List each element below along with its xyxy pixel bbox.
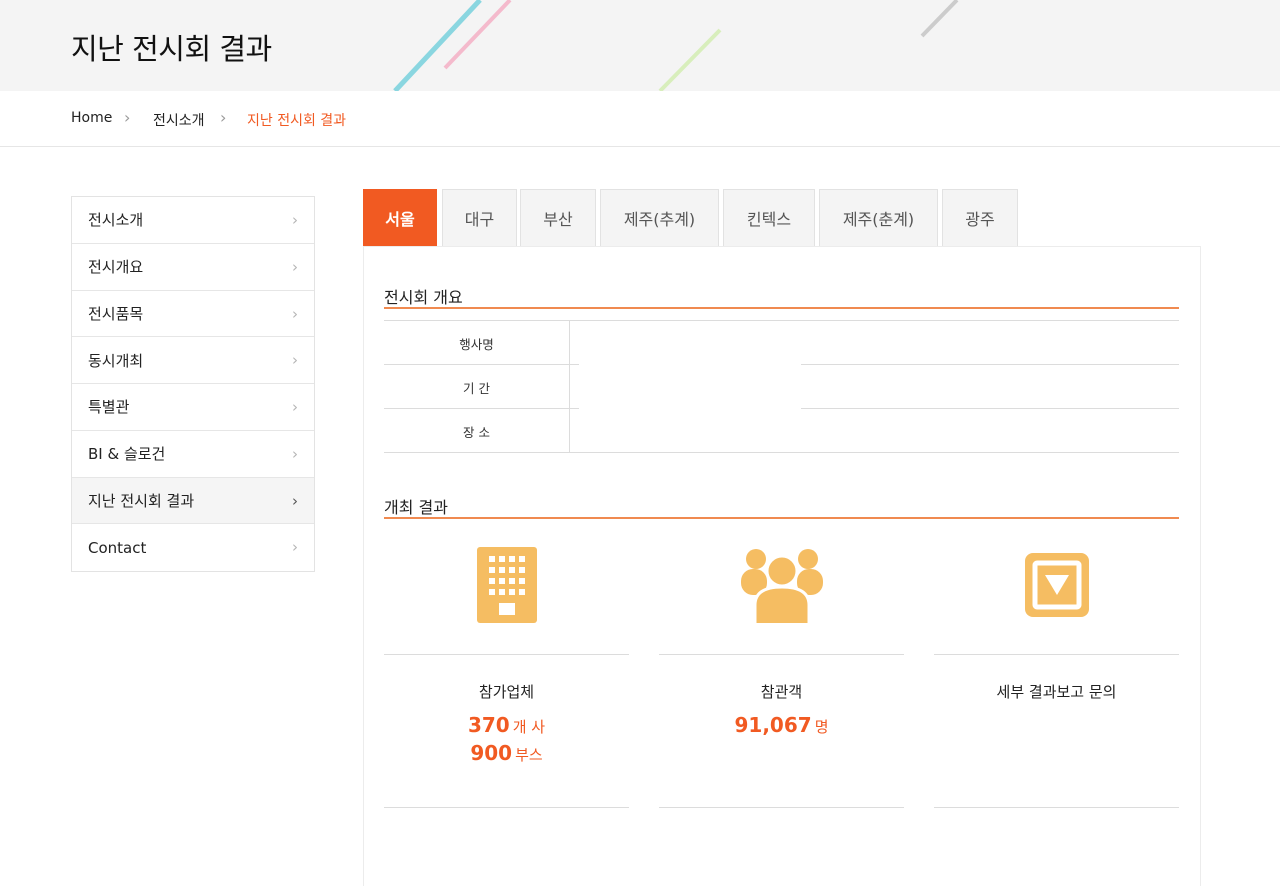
chevron-right-icon: ›	[292, 398, 298, 416]
sidebar-item-label: 전시품목	[88, 304, 144, 323]
page-header: 지난 전시회 결과	[0, 0, 1280, 91]
tab-daegu[interactable]: 대구	[442, 189, 517, 246]
chevron-right-icon: ›	[292, 304, 298, 323]
chevron-right-icon: ›	[292, 444, 298, 463]
chevron-right-icon: ›	[292, 491, 298, 510]
sidebar-item-label: 지난 전시회 결과	[88, 491, 195, 510]
tab-jeju-spring[interactable]: 제주(춘계)	[819, 189, 938, 246]
section-divider	[384, 517, 1179, 519]
result-card-report-inquiry[interactable]: 세부 결과보고 문의	[934, 537, 1179, 809]
table-column-divider	[569, 320, 570, 452]
chevron-right-icon: ›	[292, 351, 298, 370]
card-divider	[659, 654, 904, 655]
stat-value: 91,067	[734, 713, 812, 737]
table-row: 기 간	[384, 365, 1179, 409]
card-divider	[384, 654, 629, 655]
info-label-venue: 장 소	[463, 424, 490, 440]
breadcrumb-home[interactable]: Home	[71, 110, 112, 126]
stat-unit: 개 사	[512, 718, 546, 736]
card-divider	[934, 807, 1179, 808]
card-divider	[384, 807, 629, 808]
info-label-event-name: 행사명	[459, 336, 494, 352]
stat-value: 900	[470, 741, 513, 765]
results-title: 개최 결과	[384, 498, 448, 517]
sidebar-item-exhibition-items[interactable]: 전시품목 ›	[72, 290, 314, 338]
tab-busan[interactable]: 부산	[520, 189, 596, 246]
sidebar-item-special-pavilion[interactable]: 특별관 ›	[72, 384, 314, 431]
stat-visitors: 91,067 명	[659, 713, 904, 737]
sidebar-item-exhibition-overview[interactable]: 전시개요 ›	[72, 243, 314, 291]
stat-unit: 부스	[515, 746, 543, 764]
report-download-icon[interactable]	[1024, 553, 1089, 617]
tab-kintex[interactable]: 킨텍스	[723, 189, 815, 246]
result-card-visitors: 참관객 91,067 명	[659, 537, 904, 809]
table-row: 행사명	[384, 321, 1179, 365]
visitors-icon	[740, 549, 823, 623]
chevron-right-icon: ›	[220, 108, 227, 127]
chevron-right-icon: ›	[124, 108, 131, 127]
chevron-right-icon: ›	[292, 538, 298, 557]
tab-jeju-autumn[interactable]: 제주(추계)	[600, 189, 719, 246]
table-row: 장 소	[384, 409, 1179, 453]
card-label: 참관객	[760, 683, 803, 701]
sidebar-item-label: 전시개요	[88, 258, 144, 277]
sidebar-item-concurrent-events[interactable]: 동시개최 ›	[72, 337, 314, 384]
chevron-right-icon: ›	[292, 211, 298, 229]
sidebar-item-exhibition-intro[interactable]: 전시소개 ›	[72, 197, 314, 244]
card-label-report-inquiry[interactable]: 세부 결과보고 문의	[934, 681, 1179, 702]
sidebar-nav: 전시소개 › 전시개요 › 전시품목 › 동시개최 › 특별관 › BI & 슬…	[71, 196, 315, 572]
tab-seoul[interactable]: 서울	[363, 189, 437, 246]
content-panel: 전시회 개요 행사명 기 간 장 소 개최 결과 참가업체 370 개 사 90…	[363, 246, 1201, 886]
stat-companies: 370 개 사	[384, 713, 629, 737]
stat-unit: 명	[814, 718, 829, 736]
card-divider	[659, 807, 904, 808]
page-title: 지난 전시회 결과	[71, 32, 272, 66]
table-border	[384, 452, 1179, 453]
card-divider	[934, 654, 1179, 655]
overview-title: 전시회 개요	[384, 288, 463, 307]
sidebar-item-label: 전시소개	[88, 211, 144, 230]
breadcrumb-exhibition-intro[interactable]: 전시소개	[153, 110, 205, 130]
sidebar-item-label: 특별관	[88, 398, 130, 417]
sidebar-item-past-results[interactable]: 지난 전시회 결과 ›	[72, 477, 314, 525]
breadcrumb-current: 지난 전시회 결과	[247, 113, 347, 129]
stat-booths: 900 부스	[384, 741, 629, 765]
sidebar-item-label: Contact	[88, 538, 147, 557]
breadcrumb: Home › 전시소개 › 지난 전시회 결과	[0, 91, 1280, 147]
sidebar-item-label: 동시개최	[88, 351, 144, 370]
sidebar-item-label: BI & 슬로건	[88, 445, 166, 464]
card-label: 참가업체	[478, 683, 535, 701]
result-card-exhibitors: 참가업체 370 개 사 900 부스	[384, 537, 629, 809]
stat-value: 370	[467, 713, 510, 737]
building-icon	[476, 547, 537, 623]
info-label-period: 기 간	[463, 380, 490, 396]
sidebar-item-bi-slogan[interactable]: BI & 슬로건 ›	[72, 430, 314, 478]
sidebar-item-contact[interactable]: Contact ›	[72, 524, 314, 571]
section-divider	[384, 307, 1179, 309]
chevron-right-icon: ›	[292, 257, 298, 276]
tab-gwangju[interactable]: 광주	[942, 189, 1018, 246]
